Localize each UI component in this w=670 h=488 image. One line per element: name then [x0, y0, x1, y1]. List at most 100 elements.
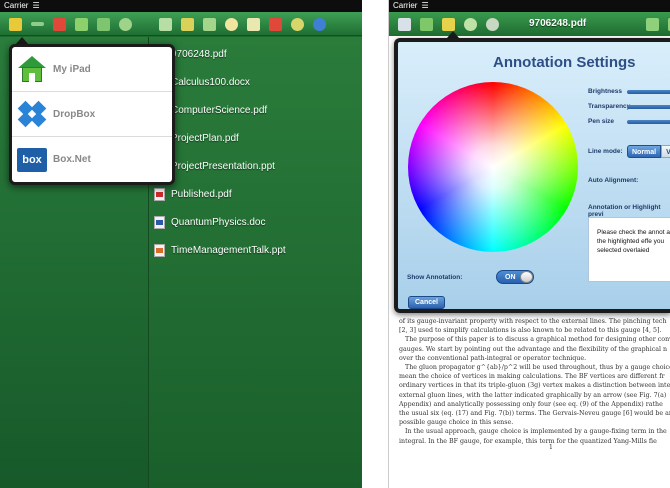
color-wheel[interactable] — [408, 82, 578, 252]
minus-icon[interactable] — [31, 22, 44, 26]
file-name: ComputerScience.pdf — [171, 104, 268, 116]
pen-icon[interactable] — [442, 17, 455, 31]
file-row[interactable]: Published.pdf — [152, 180, 362, 208]
toolbar — [0, 12, 362, 36]
mail-icon[interactable] — [159, 17, 172, 31]
file-name: ProjectPlan.pdf — [171, 132, 239, 144]
annotation-settings-dialog: Annotation Settings Brightness Transpare… — [394, 38, 670, 313]
file-name: Calculus100.docx — [171, 76, 250, 88]
toggle-label: ON — [505, 274, 516, 281]
dropbox-icon — [17, 99, 47, 129]
sync-icon[interactable] — [291, 17, 304, 31]
dialog-arrow — [447, 31, 459, 38]
document-line: The gluon propagator g^{ab}/p^2 will be … — [405, 364, 670, 372]
status-bar: Carrier ☰ — [389, 0, 670, 12]
dialog-title: Annotation Settings — [493, 54, 636, 71]
document-line: ordinary vertices in that its triple-glu… — [399, 382, 670, 390]
document-title: 9706248.pdf — [529, 18, 587, 29]
show-annotation-label: Show Annotation: — [407, 274, 463, 281]
back-icon[interactable] — [646, 17, 659, 31]
document-line: The purpose of this paper is to discuss … — [405, 336, 670, 344]
cancel-button[interactable]: Cancel — [408, 296, 445, 309]
popover-item-label: DropBox — [53, 108, 96, 120]
line-mode-v-option[interactable]: V — [661, 145, 670, 158]
page-number: 1 — [549, 444, 553, 451]
auto-alignment-label: Auto Alignment: — [588, 177, 639, 184]
popover-item-label: Box.Net — [53, 154, 91, 165]
file-row[interactable]: ComputerScience.pdf — [152, 96, 362, 124]
annotation-preview-label: Annotation or Highlight previ — [588, 204, 661, 218]
status-bar: Carrier ☰ — [0, 0, 362, 12]
pdf-file-icon — [154, 187, 165, 201]
add-file-icon[interactable] — [203, 17, 216, 31]
brightness-label: Brightness — [588, 88, 622, 95]
popover-item-dropbox[interactable]: DropBox — [12, 92, 172, 137]
show-annotation-toggle[interactable]: ON — [496, 270, 534, 284]
viewer-toolbar-nav — [637, 12, 670, 36]
pdf-viewer-screen: Carrier ☰ 9706248.pdf of its gauge-invar… — [388, 0, 670, 488]
pen-size-label: Pen size — [588, 118, 615, 125]
file-row[interactable]: QuantumPhysics.doc — [152, 208, 362, 236]
carrier-label: Carrier — [4, 1, 29, 10]
toggle-knob — [520, 271, 533, 283]
folder-icon[interactable] — [181, 17, 194, 31]
file-name: Published.pdf — [171, 188, 232, 200]
home-icon[interactable] — [420, 17, 433, 31]
line-mode-normal-option[interactable]: Normal — [627, 145, 662, 158]
document-line: integral. In the BF gauge, for example, … — [399, 437, 657, 445]
file-name: TimeManagementTalk.ppt — [171, 244, 286, 256]
viewer-toolbar-icons — [389, 12, 499, 36]
file-browser-screen: Carrier ☰ 9706248.pdf Calculus100.docx C… — [0, 0, 362, 488]
app-screenshot: Carrier ☰ 9706248.pdf Calculus100.docx C… — [0, 0, 670, 488]
document-line: the usual six (eq. (17) and Fig. 7(b)) t… — [399, 410, 670, 418]
popover-item-box-net[interactable]: box Box.Net — [12, 137, 172, 182]
info-icon[interactable] — [313, 17, 326, 31]
document-line: Appendix) and analytically possessing on… — [399, 400, 663, 408]
storage-popover: My iPad DropBox box Box.Net — [9, 44, 175, 185]
wifi-icon: ☰ — [32, 1, 40, 10]
viewer-toolbar: 9706248.pdf — [389, 12, 670, 36]
line-mode-label: Line mode: — [588, 148, 623, 155]
add-icon[interactable] — [75, 17, 88, 31]
file-row[interactable]: TimeManagementTalk.ppt — [152, 236, 362, 264]
brightness-slider[interactable] — [627, 90, 670, 94]
doc-file-icon — [154, 215, 165, 229]
document-line: gauges. We start by pointing out the adv… — [399, 345, 668, 353]
document-line: [2, 3] used to simplify calculations is … — [399, 327, 662, 335]
circle-icon[interactable] — [464, 17, 477, 31]
line-mode-segmented-control: Normal V — [627, 145, 670, 158]
import-icon[interactable] — [9, 17, 22, 31]
transparency-label: Transparency — [588, 103, 631, 110]
wifi-icon: ☰ — [421, 1, 429, 10]
refresh-icon[interactable] — [119, 17, 132, 31]
document-line: of its gauge-invariant property with res… — [399, 318, 667, 325]
upload-icon[interactable] — [225, 17, 238, 31]
toolbar-right-group — [150, 12, 362, 36]
move-icon[interactable] — [97, 17, 110, 31]
document-body: of its gauge-invariant property with res… — [399, 318, 670, 447]
file-row[interactable]: 9706248.pdf — [152, 40, 362, 68]
document-icon[interactable] — [247, 17, 260, 31]
pen-size-slider[interactable] — [627, 120, 670, 124]
delete-icon[interactable] — [269, 17, 282, 31]
transparency-slider[interactable] — [627, 105, 670, 109]
file-list: 9706248.pdf Calculus100.docx ComputerSci… — [152, 40, 362, 264]
document-line: mean the choice of vertices in making ca… — [399, 373, 665, 381]
file-row[interactable]: ProjectPresentation.ppt — [152, 152, 362, 180]
undo-icon[interactable] — [486, 17, 499, 31]
file-name: ProjectPresentation.ppt — [171, 160, 275, 172]
ppt-file-icon — [154, 243, 165, 257]
popover-item-my-ipad[interactable]: My iPad — [12, 47, 172, 92]
file-row[interactable]: Calculus100.docx — [152, 68, 362, 96]
document-line: possible gauge choice in this sense. — [399, 419, 514, 427]
toolbar-left-group — [0, 12, 150, 36]
document-line: external gluon lines, with the latter in… — [399, 391, 667, 399]
annotation-preview-box: Please check the annot and the highlight… — [588, 217, 670, 282]
save-icon[interactable] — [398, 17, 411, 31]
file-name: QuantumPhysics.doc — [171, 216, 266, 228]
box-icon: box — [17, 147, 47, 172]
file-row[interactable]: ProjectPlan.pdf — [152, 124, 362, 152]
preview-text: Please check the annot and the highlight… — [597, 229, 670, 254]
popover-item-label: My iPad — [53, 63, 91, 75]
delete-icon[interactable] — [53, 17, 66, 31]
